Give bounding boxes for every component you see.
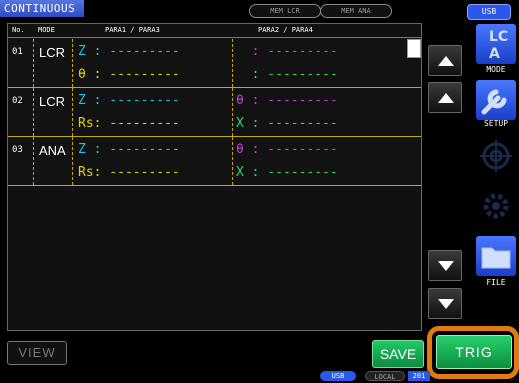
column-divider <box>232 137 233 185</box>
mem-lcr-tab[interactable]: MEM LCR <box>249 4 321 18</box>
para4-value: : --------- <box>236 67 338 82</box>
para3-value: Rs: --------- <box>78 165 180 180</box>
date-fragment: 201 <box>408 371 430 381</box>
save-button[interactable]: SAVE <box>372 340 424 368</box>
screen-title: CONTINUOUS <box>0 0 84 17</box>
para2-value: : --------- <box>236 44 338 59</box>
row-mode: ANA <box>39 143 66 158</box>
para1-value: Z : --------- <box>78 93 180 108</box>
triangle-down-icon <box>438 261 454 271</box>
scroll-down-button[interactable] <box>428 250 462 281</box>
target-icon <box>478 138 514 174</box>
usb-indicator: USB <box>467 4 511 20</box>
header-para13: PARA1 / PARA3 <box>105 26 160 34</box>
row-number: 03 <box>12 145 23 155</box>
scroll-thumb[interactable] <box>407 39 421 58</box>
measurement-table: No. MODE PARA1 / PARA3 PARA2 / PARA4 01 L… <box>7 23 422 331</box>
wrench-icon <box>481 89 507 115</box>
para4-value: X : --------- <box>236 116 338 131</box>
mode-label: MODE <box>486 65 506 74</box>
para2-value: θ : --------- <box>236 93 338 108</box>
scroll-down-fast-button[interactable] <box>428 288 462 319</box>
table-row[interactable]: 01 LCR Z : --------- θ : --------- : ------… <box>8 39 421 88</box>
column-divider <box>232 39 233 87</box>
column-divider <box>232 88 233 136</box>
para3-value: θ : --------- <box>78 67 180 82</box>
triangle-up-icon <box>438 56 454 66</box>
mode-button[interactable]: LC A <box>476 24 516 64</box>
para1-value: Z : --------- <box>78 142 180 157</box>
para2-value: θ : --------- <box>236 142 338 157</box>
file-button[interactable] <box>476 236 516 276</box>
trig-button[interactable]: TRIG <box>436 335 512 369</box>
setup-button[interactable] <box>476 80 516 120</box>
file-label: FILE <box>486 278 506 287</box>
scroll-up-button[interactable] <box>428 82 462 113</box>
column-divider <box>72 39 73 87</box>
column-divider <box>72 137 73 185</box>
header-mode: MODE <box>38 26 55 34</box>
header-para24: PARA2 / PARA4 <box>258 26 313 34</box>
table-row[interactable]: 03 ANA Z : --------- Rs: --------- θ : -----… <box>8 137 421 186</box>
column-divider <box>33 137 34 185</box>
lcr-mode-icon: LC A <box>489 29 508 62</box>
para4-value: X : --------- <box>236 165 338 180</box>
header-no: No. <box>12 26 25 34</box>
column-divider <box>33 39 34 87</box>
row-number: 02 <box>12 96 23 106</box>
gear-icon <box>478 188 514 224</box>
mem-ana-tab[interactable]: MEM ANA <box>320 4 392 18</box>
row-mode: LCR <box>39 94 66 109</box>
row-mode: LCR <box>39 45 66 60</box>
svg-text:A: A <box>489 46 500 62</box>
folder-icon <box>481 247 511 269</box>
column-divider <box>72 88 73 136</box>
para1-value: Z : --------- <box>78 44 180 59</box>
triangle-up-icon <box>438 93 454 103</box>
usb-status-badge: USB <box>320 371 356 381</box>
view-button[interactable]: VIEW <box>7 341 67 365</box>
local-status-badge: LOCAL <box>365 371 405 381</box>
table-header: No. MODE PARA1 / PARA3 PARA2 / PARA4 <box>8 24 421 38</box>
setup-label: SETUP <box>483 119 509 128</box>
column-divider <box>33 88 34 136</box>
row-number: 01 <box>12 47 23 57</box>
scroll-up-fast-button[interactable] <box>428 45 462 76</box>
para3-value: Rs: --------- <box>78 116 180 131</box>
table-row[interactable]: 02 LCR Z : --------- Rs: --------- θ : -----… <box>8 88 421 137</box>
triangle-down-icon <box>438 299 454 309</box>
svg-text:LC: LC <box>489 29 508 45</box>
